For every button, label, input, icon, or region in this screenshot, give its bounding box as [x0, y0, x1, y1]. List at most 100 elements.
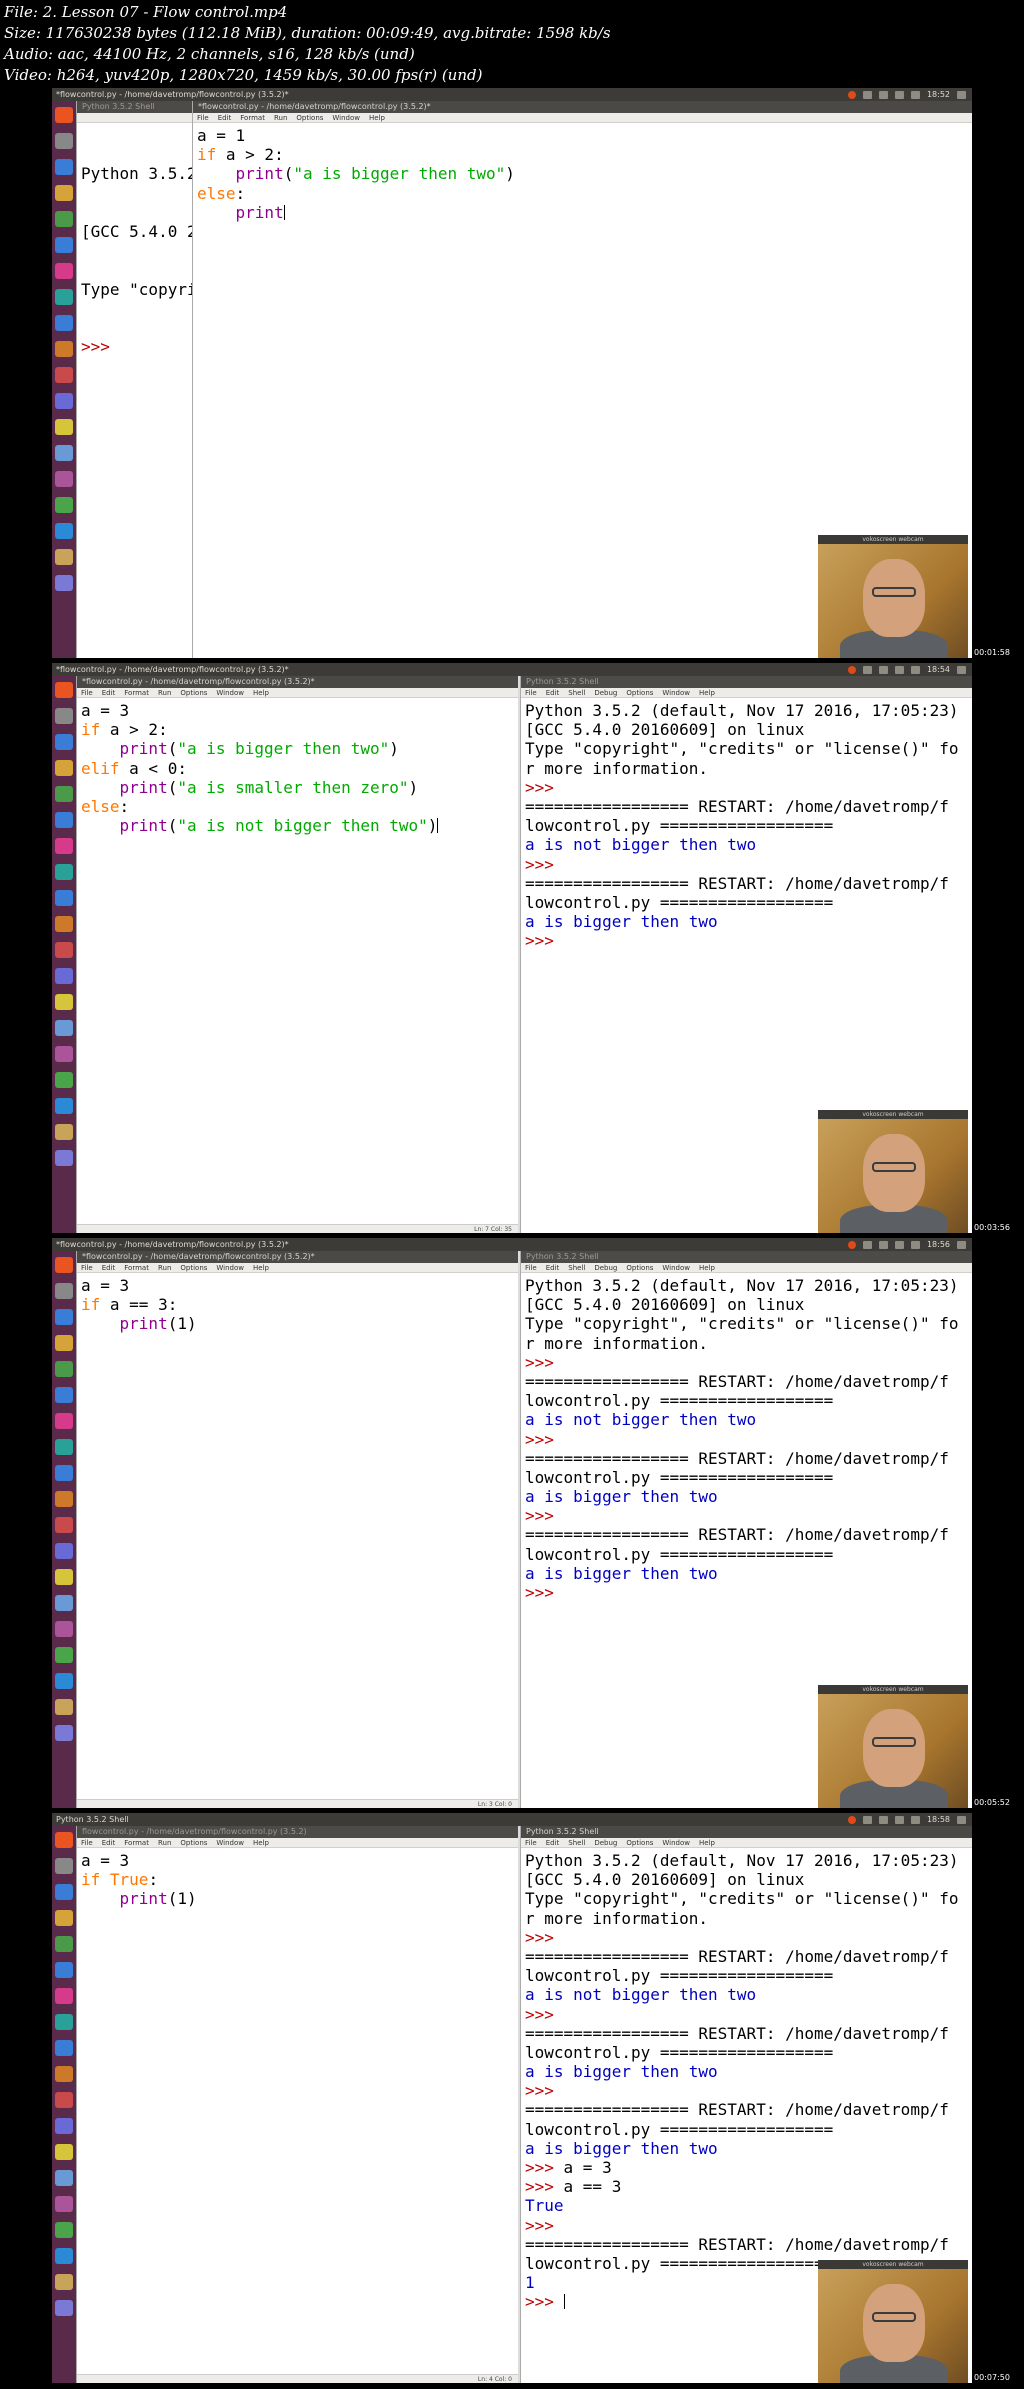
keyboard-icon[interactable]: [878, 1240, 888, 1249]
launcher-app-icon[interactable]: [55, 1072, 73, 1088]
menu-item-format[interactable]: Format: [124, 1839, 149, 1847]
launcher-app-icon[interactable]: [55, 2040, 73, 2056]
keyboard-icon[interactable]: [878, 90, 888, 99]
launcher-app-icon[interactable]: [55, 1465, 73, 1481]
launcher-app-icon[interactable]: [55, 708, 73, 724]
launcher-app-icon[interactable]: [55, 419, 73, 435]
menu-item-window[interactable]: Window: [216, 1264, 244, 1272]
launcher-app-icon[interactable]: [55, 1517, 73, 1533]
launcher-app-icon[interactable]: [55, 315, 73, 331]
battery-icon[interactable]: [894, 90, 904, 99]
menu-item-format[interactable]: Format: [124, 689, 149, 697]
menu-item-edit[interactable]: Edit: [218, 114, 232, 122]
launcher-app-icon[interactable]: [55, 1387, 73, 1403]
launcher-app-icon[interactable]: [55, 1150, 73, 1166]
launcher-app-icon[interactable]: [55, 1621, 73, 1637]
launcher-app-icon[interactable]: [55, 185, 73, 201]
launcher-app-icon[interactable]: [55, 864, 73, 880]
menu-item-file[interactable]: File: [525, 689, 537, 697]
menu-item-help[interactable]: Help: [369, 114, 385, 122]
menu-item-options[interactable]: Options: [180, 1264, 207, 1272]
menu-item-edit[interactable]: Edit: [546, 689, 560, 697]
launcher-app-icon[interactable]: [55, 2014, 73, 2030]
menu-item-options[interactable]: Options: [626, 1264, 653, 1272]
menu-item-help[interactable]: Help: [699, 689, 715, 697]
launcher-app-icon[interactable]: [55, 367, 73, 383]
launcher-app-icon[interactable]: [55, 1543, 73, 1559]
launcher-app-icon[interactable]: [55, 2092, 73, 2108]
launcher-app-icon[interactable]: [55, 263, 73, 279]
clock[interactable]: 18:54: [927, 663, 950, 676]
menu-item-run[interactable]: Run: [158, 1264, 171, 1272]
launcher-app-icon[interactable]: [55, 1335, 73, 1351]
gear-icon[interactable]: [957, 1240, 966, 1249]
clock[interactable]: 18:56: [927, 1238, 950, 1251]
launcher-app-icon[interactable]: [55, 1699, 73, 1715]
launcher-app-icon[interactable]: [55, 942, 73, 958]
launcher-app-icon[interactable]: [55, 1283, 73, 1299]
launcher-app-icon[interactable]: [55, 1046, 73, 1062]
keyboard-icon[interactable]: [878, 665, 888, 674]
launcher-app-icon[interactable]: [55, 1491, 73, 1507]
menu-item-options[interactable]: Options: [296, 114, 323, 122]
launcher-app-icon[interactable]: [55, 523, 73, 539]
launcher-app-icon[interactable]: [55, 549, 73, 565]
menu-item-help[interactable]: Help: [253, 1839, 269, 1847]
network-icon[interactable]: [862, 1240, 872, 1249]
launcher-app-icon[interactable]: [55, 1413, 73, 1429]
launcher-app-icon[interactable]: [55, 2066, 73, 2082]
record-icon[interactable]: [847, 90, 856, 99]
menu-item-help[interactable]: Help: [253, 689, 269, 697]
code-editor[interactable]: a = 3 if True: print(1): [77, 1848, 518, 2368]
code-editor[interactable]: a = 3 if a > 2: print("a is bigger then t…: [77, 698, 518, 1218]
launcher-app-icon[interactable]: [55, 1439, 73, 1455]
launcher-app-icon[interactable]: [55, 916, 73, 932]
launcher-app-icon[interactable]: [55, 445, 73, 461]
menu-item-file[interactable]: File: [525, 1839, 537, 1847]
menu-item-file[interactable]: File: [81, 689, 93, 697]
volume-icon[interactable]: [910, 665, 920, 674]
launcher-app-icon[interactable]: [55, 1725, 73, 1741]
launcher-app-icon[interactable]: [55, 2144, 73, 2160]
launcher-app-icon[interactable]: [55, 682, 73, 698]
launcher-app-icon[interactable]: [55, 1673, 73, 1689]
launcher-app-icon[interactable]: [55, 1098, 73, 1114]
menu-item-window[interactable]: Window: [662, 1264, 690, 1272]
gear-icon[interactable]: [957, 90, 966, 99]
launcher-app-icon[interactable]: [55, 734, 73, 750]
menu-item-help[interactable]: Help: [699, 1264, 715, 1272]
menu-item-options[interactable]: Options: [180, 1839, 207, 1847]
launcher-app-icon[interactable]: [55, 211, 73, 227]
launcher-app-icon[interactable]: [55, 2196, 73, 2212]
gear-icon[interactable]: [957, 1815, 966, 1824]
menu-item-help[interactable]: Help: [699, 1839, 715, 1847]
launcher-app-icon[interactable]: [55, 1595, 73, 1611]
launcher-app-icon[interactable]: [55, 237, 73, 253]
menu-item-format[interactable]: Format: [240, 114, 265, 122]
menu-item-edit[interactable]: Edit: [546, 1264, 560, 1272]
clock[interactable]: 18:58: [927, 1813, 950, 1826]
launcher-app-icon[interactable]: [55, 1910, 73, 1926]
record-icon[interactable]: [847, 1240, 856, 1249]
launcher-app-icon[interactable]: [55, 1884, 73, 1900]
launcher-app-icon[interactable]: [55, 1832, 73, 1848]
clock[interactable]: 18:52: [927, 88, 950, 101]
menu-item-options[interactable]: Options: [626, 689, 653, 697]
launcher-app-icon[interactable]: [55, 968, 73, 984]
menu-item-shell[interactable]: Shell: [568, 1264, 585, 1272]
launcher-app-icon[interactable]: [55, 289, 73, 305]
launcher-app-icon[interactable]: [55, 1936, 73, 1952]
launcher-app-icon[interactable]: [55, 2222, 73, 2238]
launcher-app-icon[interactable]: [55, 2118, 73, 2134]
menu-item-window[interactable]: Window: [216, 1839, 244, 1847]
launcher-app-icon[interactable]: [55, 890, 73, 906]
volume-icon[interactable]: [910, 90, 920, 99]
launcher-app-icon[interactable]: [55, 393, 73, 409]
menu-item-options[interactable]: Options: [180, 689, 207, 697]
menu-item-help[interactable]: Help: [253, 1264, 269, 1272]
menu-item-shell[interactable]: Shell: [568, 1839, 585, 1847]
menu-item-file[interactable]: File: [525, 1264, 537, 1272]
menu-item-file[interactable]: File: [197, 114, 209, 122]
menu-item-run[interactable]: Run: [158, 1839, 171, 1847]
editor-window[interactable]: *flowcontrol.py - /home/davetromp/flowco…: [76, 1251, 518, 1808]
